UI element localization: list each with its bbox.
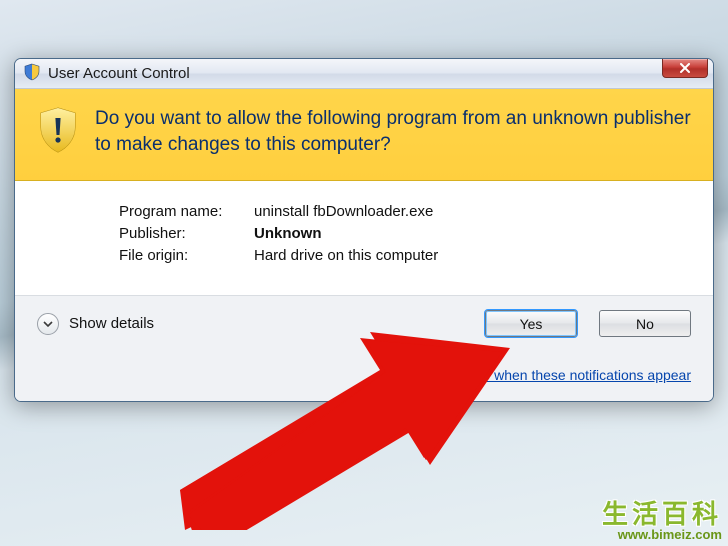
file-origin-value: Hard drive on this computer [254,247,438,264]
publisher-label: Publisher: [119,225,254,242]
program-name-row: Program name: uninstall fbDownloader.exe [119,203,689,220]
watermark-url: www.bimeiz.com [602,528,722,542]
warning-banner: Do you want to allow the following progr… [15,89,713,181]
titlebar: User Account Control [15,59,713,89]
dialog-action-bar: Show details Yes No [15,295,713,353]
yes-button[interactable]: Yes [485,310,577,337]
program-info: Program name: uninstall fbDownloader.exe… [15,181,713,295]
watermark-text: 生活百科 [602,501,722,528]
uac-dialog: User Account Control Do you want to allo… [14,58,714,402]
watermark: 生活百科 www.bimeiz.com [602,501,722,542]
shield-icon [23,63,41,84]
chevron-down-icon [42,318,54,330]
publisher-value: Unknown [254,225,322,242]
publisher-row: Publisher: Unknown [119,225,689,242]
file-origin-label: File origin: [119,247,254,264]
window-title: User Account Control [48,65,662,82]
show-details-label[interactable]: Show details [69,315,154,332]
dialog-footer: Change when these notifications appear [15,353,713,401]
program-name-value: uninstall fbDownloader.exe [254,203,433,220]
close-icon [679,63,691,73]
program-name-label: Program name: [119,203,254,220]
file-origin-row: File origin: Hard drive on this computer [119,247,689,264]
change-notifications-link[interactable]: Change when these notifications appear [441,367,691,383]
no-button[interactable]: No [599,310,691,337]
uac-heading: Do you want to allow the following progr… [95,106,691,158]
close-button[interactable] [662,58,708,78]
warning-shield-icon [37,106,79,157]
show-details-toggle[interactable] [37,313,59,335]
